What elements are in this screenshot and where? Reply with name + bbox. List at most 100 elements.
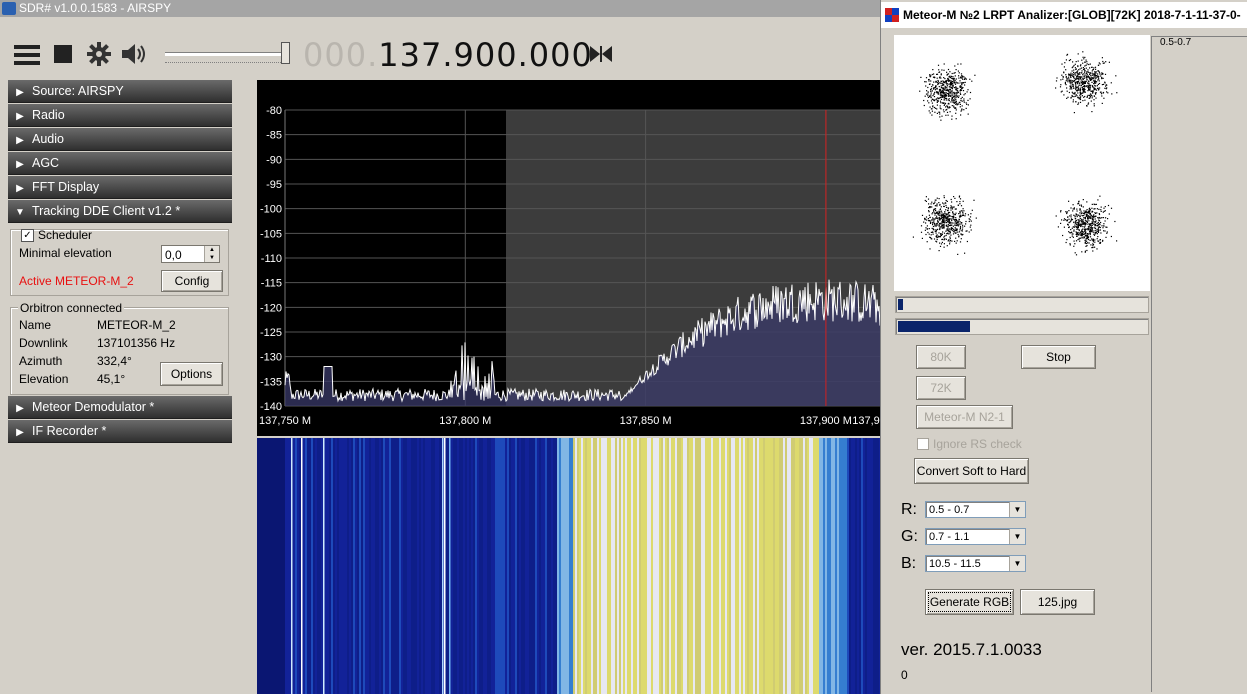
constellation-point [931, 90, 933, 92]
constellation-points [912, 51, 1118, 256]
section-label: Radio [32, 108, 65, 122]
progress-fill-1 [898, 299, 903, 310]
dropdown-arrow-icon[interactable]: ▼ [1009, 502, 1025, 517]
constellation-point [944, 235, 946, 237]
constellation-point [962, 233, 964, 236]
constellation-point [1065, 219, 1067, 221]
generate-rgb-button[interactable]: Generate RGB [925, 589, 1014, 615]
constellation-point [933, 238, 936, 240]
gear-icon[interactable] [87, 42, 111, 66]
constellation-point [1084, 74, 1086, 76]
constellation-point [1065, 69, 1067, 71]
constellation-point [952, 85, 954, 87]
section-source[interactable]: ▶ Source: AIRSPY [8, 80, 232, 103]
constellation-point [1060, 210, 1062, 212]
constellation-point [1084, 71, 1086, 73]
frequency-display[interactable]: 000.137.900.000 [303, 36, 593, 74]
constellation-point [1069, 88, 1071, 90]
waterfall-column [447, 438, 449, 694]
constellation-point [953, 231, 955, 233]
waterfall-column [347, 438, 349, 694]
spectrum-analyzer[interactable]: -80 -85 -90 -95 -100 -105 -110 -115 -120 -125 -130… [257, 80, 881, 436]
constellation-point [948, 80, 950, 82]
speaker-icon[interactable] [122, 43, 148, 65]
min-elevation-input[interactable]: 0,0 ▲ ▼ [161, 245, 220, 263]
constellation-point [943, 216, 945, 218]
min-elevation-value: 0,0 [165, 248, 182, 262]
constellation-point [945, 106, 947, 108]
constellation-point [1087, 80, 1090, 82]
stop-icon[interactable] [54, 45, 72, 63]
save-jpg-button[interactable]: 125.jpg [1020, 589, 1095, 615]
constellation-point [928, 78, 930, 81]
constellation-point [950, 86, 952, 89]
section-radio[interactable]: ▶ Radio [8, 104, 232, 127]
constellation-point [1075, 233, 1077, 235]
convert-soft-to-hard-button[interactable]: Convert Soft to Hard [914, 458, 1029, 484]
constellation-point [948, 233, 950, 235]
constellation-point [1081, 218, 1083, 220]
tuning-swap-icon[interactable] [590, 46, 612, 62]
dropdown-arrow-icon[interactable]: ▼ [1009, 529, 1025, 544]
section-if-recorder[interactable]: ▶ IF Recorder * [8, 420, 232, 443]
constellation-point [1094, 76, 1096, 78]
volume-slider-thumb[interactable] [281, 42, 290, 64]
waterfall-column [849, 438, 851, 694]
constellation-point [953, 228, 955, 230]
constellation-point [953, 81, 955, 83]
constellation-point [1085, 242, 1088, 245]
constellation-point [952, 218, 954, 220]
constellation-point [1076, 223, 1078, 226]
constellation-point [940, 92, 942, 94]
constellation-point [1077, 72, 1079, 74]
stop-button[interactable]: Stop [1021, 345, 1096, 369]
options-button[interactable]: Options [160, 362, 223, 386]
constellation-point [929, 74, 931, 76]
constellation-point [1092, 245, 1094, 247]
constellation-point [937, 92, 939, 94]
constellation-point [1095, 68, 1097, 70]
constellation-point [1091, 230, 1093, 232]
constellation-point [940, 73, 942, 75]
spin-up-icon[interactable]: ▲ [204, 246, 219, 254]
g-channel-select[interactable]: 0.7 - 1.1 ▼ [925, 528, 1026, 545]
ignore-rs-checkbox[interactable] [917, 438, 929, 450]
constellation-point [932, 218, 934, 220]
rate-80k-button[interactable]: 80K [916, 345, 966, 369]
waterfall-column [847, 438, 849, 694]
waterfall-display[interactable] [257, 438, 880, 694]
volume-slider[interactable] [165, 40, 290, 66]
constellation-point [1098, 80, 1100, 82]
constellation-point [943, 84, 945, 86]
section-agc[interactable]: ▶ AGC [8, 152, 232, 175]
meteor-n21-button[interactable]: Meteor-M N2-1 [916, 405, 1013, 429]
section-fft-display[interactable]: ▶ FFT Display [8, 176, 232, 199]
constellation-point [934, 107, 937, 109]
constellation-point [940, 234, 942, 236]
b-channel-select[interactable]: 10.5 - 11.5 ▼ [925, 555, 1026, 572]
spin-down-icon[interactable]: ▼ [204, 254, 219, 262]
config-button[interactable]: Config [161, 270, 223, 292]
constellation-point [961, 96, 963, 98]
scheduler-checkbox[interactable]: ✓ [21, 229, 34, 242]
section-tracking-dde[interactable]: ▼ Tracking DDE Client v1.2 * [8, 200, 232, 223]
constellation-point [952, 212, 954, 214]
r-channel-select[interactable]: 0.5 - 0.7 ▼ [925, 501, 1026, 518]
constellation-point [933, 209, 935, 211]
constellation-point [1100, 93, 1103, 95]
constellation-point [952, 213, 954, 215]
constellation-point [941, 90, 944, 92]
constellation-point [932, 98, 934, 100]
section-audio[interactable]: ▶ Audio [8, 128, 232, 151]
constellation-point [1102, 73, 1104, 75]
constellation-point [957, 91, 959, 94]
dropdown-arrow-icon[interactable]: ▼ [1009, 556, 1025, 571]
menu-icon[interactable] [14, 44, 40, 66]
constellation-point [954, 197, 956, 199]
constellation-point [939, 100, 942, 102]
section-meteor-demodulator[interactable]: ▶ Meteor Demodulator * [8, 396, 232, 419]
rate-72k-button[interactable]: 72K [916, 376, 966, 400]
constellation-point [1095, 220, 1097, 222]
constellation-point [930, 237, 932, 239]
constellation-point [959, 80, 961, 82]
